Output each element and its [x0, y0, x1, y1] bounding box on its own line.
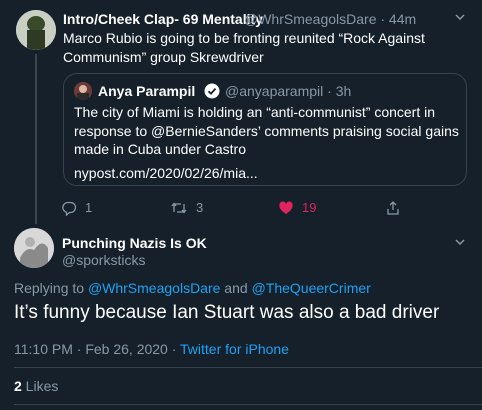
share-icon	[387, 200, 399, 215]
replying-and: and	[220, 280, 252, 296]
avatar[interactable]	[14, 228, 54, 268]
quote-tweet-card[interactable]: Anya Parampil @anyaparampil · 3h The cit…	[63, 73, 467, 186]
likes-label: Likes	[21, 378, 59, 394]
quote-avatar	[74, 82, 92, 100]
replying-to: Replying to @WhrSmeagolsDare and @TheQue…	[14, 280, 371, 296]
like-button[interactable]: 19	[278, 199, 316, 216]
reply-button[interactable]: 1	[61, 199, 92, 216]
tweet-text: It’s funny because Ian Stuart was also a…	[14, 302, 440, 323]
verified-badge-icon	[204, 83, 220, 99]
thread-line	[35, 54, 37, 224]
quote-display-name: Anya Parampil	[98, 83, 196, 99]
timestamp[interactable]: 11:10 PM · Feb 26, 2020 ·	[14, 341, 180, 357]
likes-count: 2	[14, 378, 22, 394]
heart-icon	[279, 201, 293, 214]
mention-link[interactable]: @WhrSmeagolsDare	[88, 280, 220, 296]
avatar[interactable]	[16, 10, 56, 50]
chevron-down-icon[interactable]	[453, 10, 467, 24]
quote-handle-time: @anyaparampil · 3h	[225, 83, 352, 99]
quote-text: The city of Miami is holding an “anti-co…	[74, 104, 459, 157]
like-count: 19	[302, 200, 317, 216]
retweet-count: 3	[196, 200, 204, 216]
retweet-button[interactable]: 3	[170, 199, 203, 216]
divider	[14, 367, 482, 368]
likes-stat[interactable]: 2 Likes	[14, 378, 58, 394]
chevron-down-icon[interactable]	[453, 235, 467, 249]
retweet-icon	[171, 202, 187, 214]
mention-link[interactable]: @TheQueerCrimer	[252, 280, 371, 296]
replying-prefix: Replying to	[14, 280, 88, 296]
display-name[interactable]: Intro/Cheek Clap- 69 Mentality	[63, 11, 263, 27]
handle-time[interactable]: @WhrSmeagolsDare · 44m	[244, 11, 416, 27]
tweet-text: Marco Rubio is going to be fronting reun…	[63, 30, 425, 65]
reply-count: 1	[85, 200, 93, 216]
handle[interactable]: @sporksticks	[62, 252, 145, 268]
display-name[interactable]: Punching Nazis Is OK	[62, 235, 207, 251]
divider	[14, 404, 482, 405]
quote-link[interactable]: nypost.com/2020/02/26/mia...	[74, 165, 258, 181]
source-link[interactable]: Twitter for iPhone	[180, 341, 289, 357]
share-button[interactable]	[385, 199, 401, 216]
tweet-meta: 11:10 PM · Feb 26, 2020 · Twitter for iP…	[14, 341, 289, 357]
reply-icon	[62, 201, 77, 216]
